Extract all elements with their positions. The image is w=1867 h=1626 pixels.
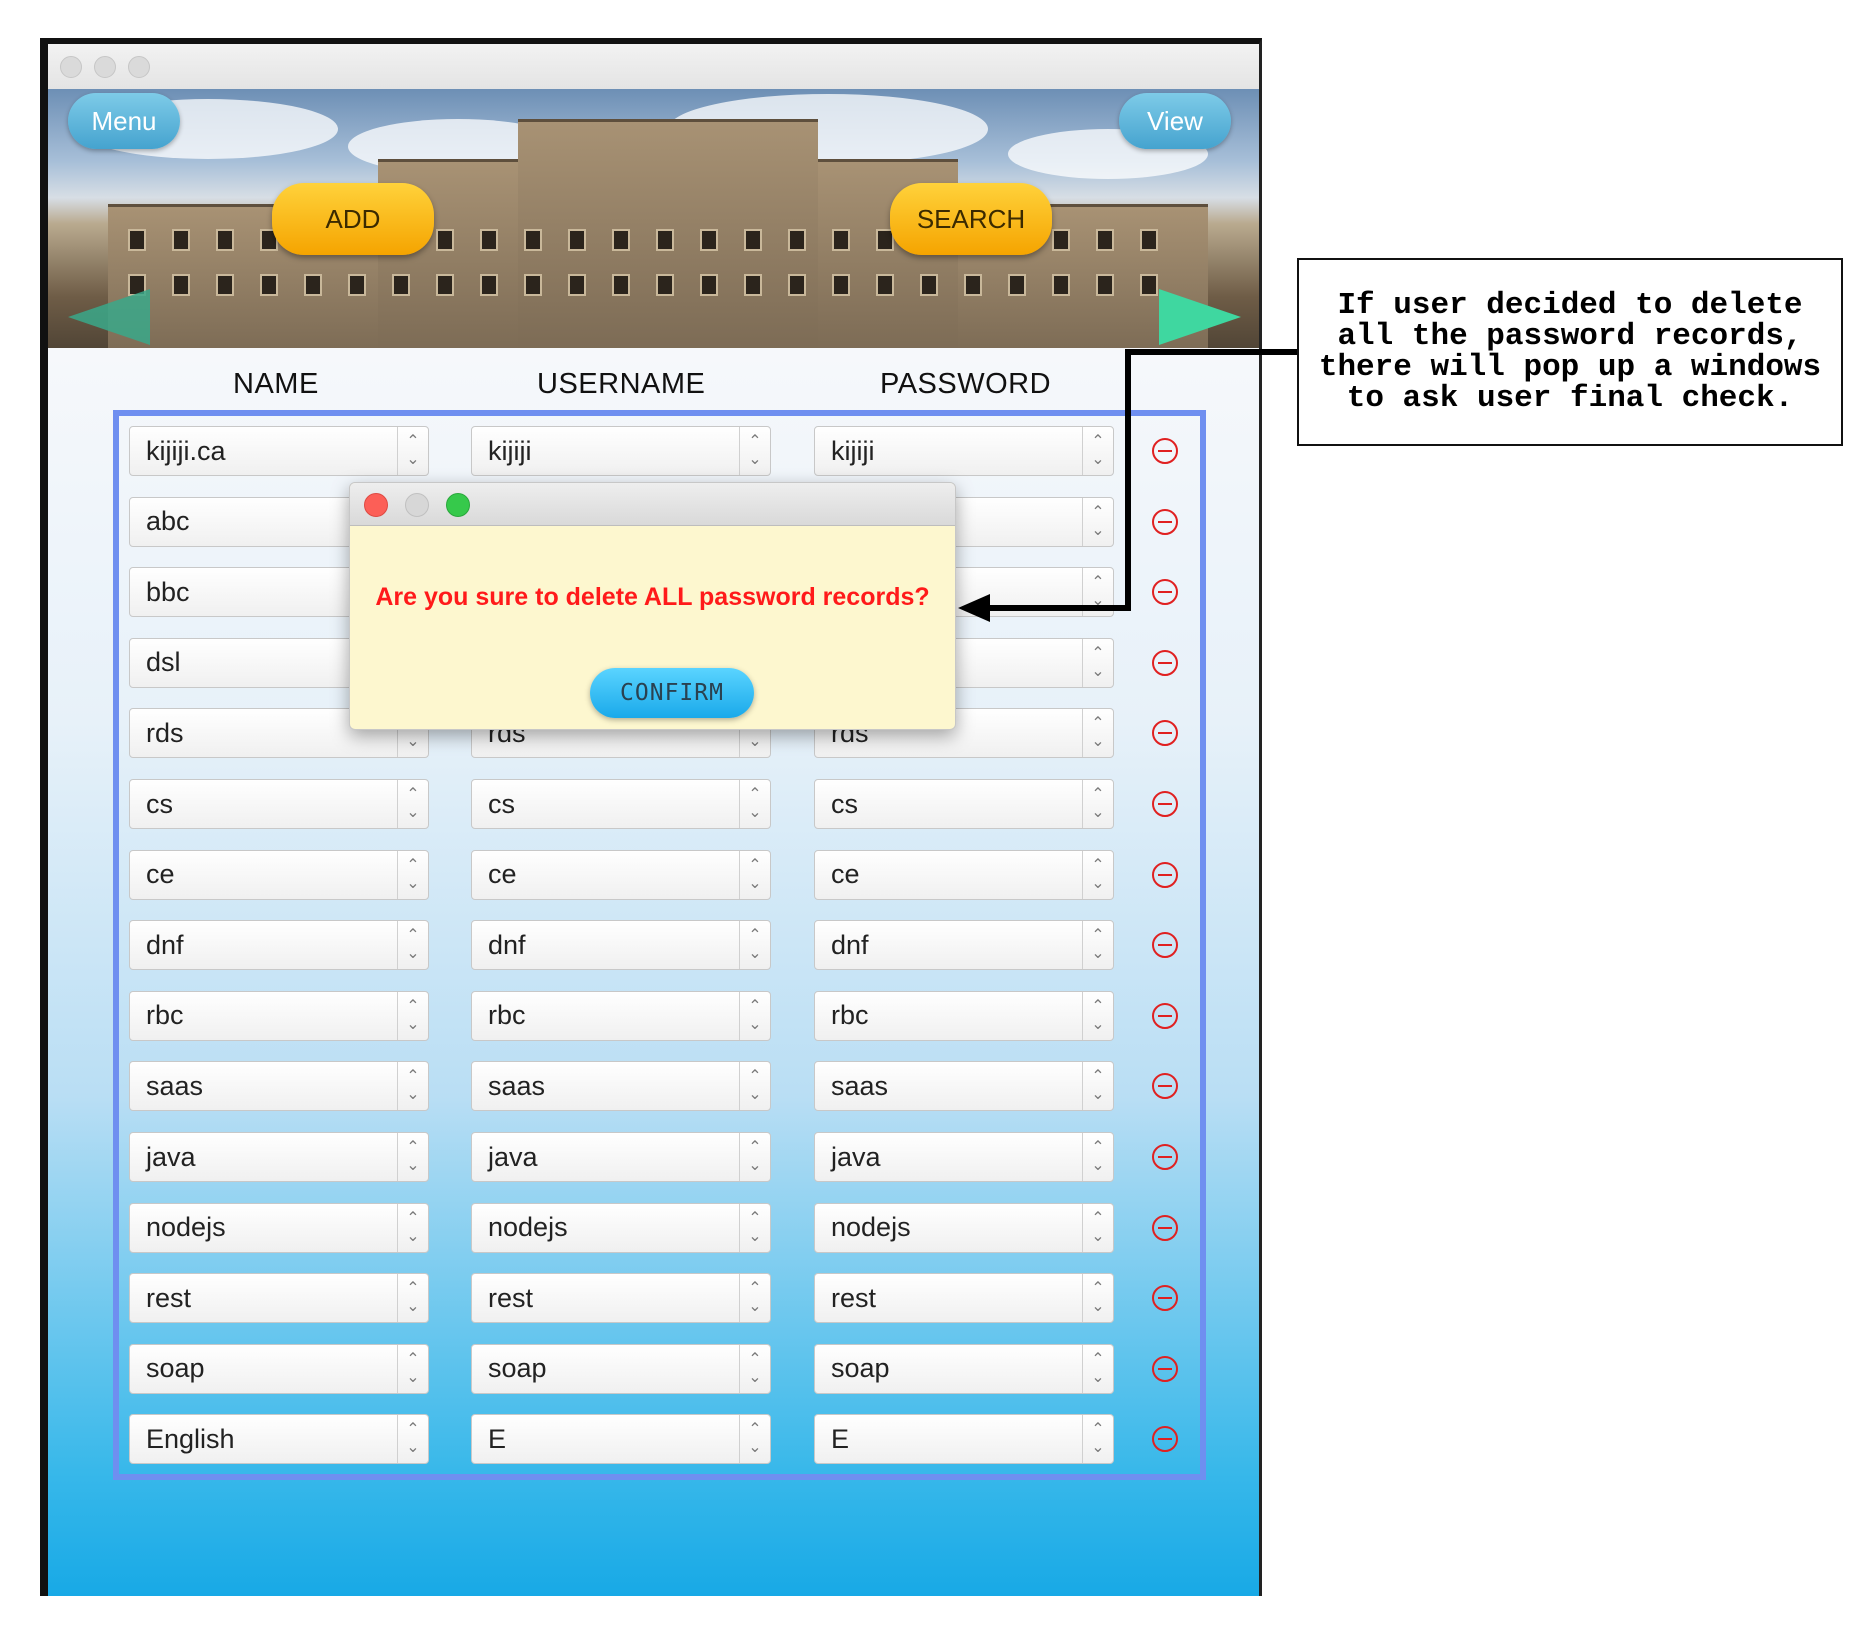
annotation-note: If user decided to delete all the passwo… [1297, 258, 1843, 446]
annotation-arrow [958, 349, 1297, 622]
